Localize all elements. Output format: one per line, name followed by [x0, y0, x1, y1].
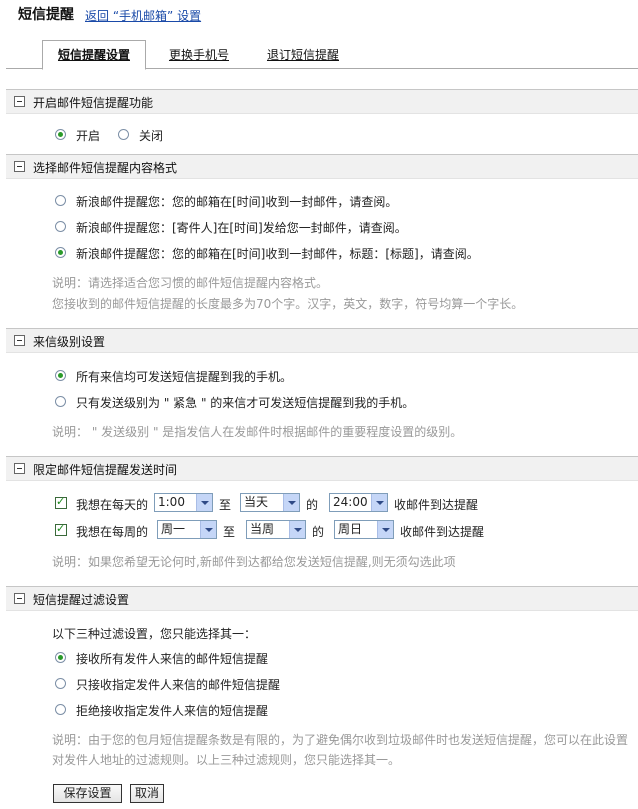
chevron-down-icon [283, 494, 299, 511]
chevron-down-icon [196, 494, 212, 511]
section-header-filter: 短信提醒过滤设置 [6, 586, 638, 611]
daily-from-select[interactable]: 1:00 [154, 493, 213, 512]
daily-label: 我想在每天的 [76, 498, 149, 512]
radio-label: 所有来信均可发送短信提醒到我的手机。 [76, 370, 293, 384]
section-header-level: 来信级别设置 [6, 328, 638, 353]
format-length-note: 您接收到的邮件短信提醒的长度最多为70个字。汉字，英文，数字，符号均算一个字长。 [52, 297, 524, 311]
select-value: 24:00 [333, 495, 368, 509]
radio-enable-on[interactable] [55, 129, 66, 140]
radio-filter-deny[interactable] [55, 704, 66, 715]
radio-filter-all[interactable] [55, 652, 66, 663]
radio-label: 接收所有发件人来信的邮件短信提醒 [76, 652, 269, 666]
collapse-icon[interactable] [14, 96, 25, 107]
weekly-time-checkbox[interactable] [55, 522, 67, 536]
select-value: 周日 [338, 522, 363, 536]
select-value: 周一 [161, 522, 186, 536]
tab-sms-settings[interactable]: 短信提醒设置 [42, 40, 146, 70]
weekly-to-day-select[interactable]: 周日 [334, 520, 394, 539]
chevron-down-icon [377, 521, 393, 538]
chevron-down-icon [371, 494, 387, 511]
radio-enable-off[interactable] [118, 129, 129, 140]
radio-format-3[interactable] [55, 247, 66, 258]
chevron-down-icon [289, 521, 305, 538]
collapse-icon[interactable] [14, 161, 25, 172]
radio-format-1[interactable] [55, 195, 66, 206]
section-title: 选择邮件短信提醒内容格式 [33, 161, 178, 175]
level-note: 说明： " 发送级别 " 是指发信人在发邮件时根据邮件的重要程度设置的级别。 [52, 425, 463, 439]
radio-format-2[interactable] [55, 221, 66, 232]
save-button[interactable]: 保存设置 [53, 784, 122, 803]
back-to-mobile-mail-link[interactable]: 返回 “手机邮箱” 设置 [85, 7, 201, 24]
section-title: 来信级别设置 [33, 335, 106, 349]
of-word: 的 [306, 498, 319, 512]
section-title: 限定邮件短信提醒发送时间 [33, 463, 178, 477]
daily-suffix: 收邮件到达提醒 [394, 498, 479, 512]
radio-label: 拒绝接收指定发件人来信的短信提醒 [76, 704, 269, 718]
collapse-icon[interactable] [14, 463, 25, 474]
radio-label: 新浪邮件提醒您：您的邮箱在[时间]收到一封邮件，请查阅。 [76, 195, 398, 209]
select-value: 当周 [250, 522, 275, 536]
radio-label: 新浪邮件提醒您：[寄件人]在[时间]发给您一封邮件，请查阅。 [76, 221, 407, 235]
section-title: 开启邮件短信提醒功能 [33, 96, 154, 110]
collapse-icon[interactable] [14, 335, 25, 346]
daily-to-time-select[interactable]: 24:00 [329, 493, 388, 512]
radio-label: 新浪邮件提醒您：您的邮箱在[时间]收到一封邮件，标题：[标题]，请查阅。 [76, 247, 479, 261]
filter-note: 说明：由于您的包月短信提醒条数是有限的，为了避免偶尔收到垃圾邮件时也发送短信提醒… [52, 733, 629, 747]
section-header-time: 限定邮件短信提醒发送时间 [6, 456, 638, 481]
to-word: 至 [219, 498, 232, 512]
tab-unsubscribe[interactable]: 退订短信提醒 [254, 40, 352, 70]
radio-label: 只有发送级别为 " 紧急 " 的来信才可发送短信提醒到我的手机。 [76, 396, 415, 410]
section-header-format: 选择邮件短信提醒内容格式 [6, 154, 638, 179]
daily-to-day-select[interactable]: 当天 [240, 493, 300, 512]
collapse-icon[interactable] [14, 593, 25, 604]
section-title: 短信提醒过滤设置 [33, 593, 130, 607]
chevron-down-icon [200, 521, 216, 538]
cancel-button[interactable]: 取消 [130, 784, 164, 803]
weekly-label: 我想在每周的 [76, 525, 149, 539]
radio-level-urgent[interactable] [55, 396, 66, 407]
select-value: 1:00 [158, 495, 185, 509]
radio-label: 开启 [76, 129, 101, 143]
time-note: 说明：如果您希望无论何时,新邮件到达都给您发送短信提醒,则无须勾选此项 [52, 555, 456, 569]
filter-intro: 以下三种过滤设置，您只能选择其一： [52, 627, 257, 641]
filter-note-2: 对发件人地址的过滤规则。以上三种过滤规则，您只能选择其一。 [52, 753, 401, 767]
weekly-suffix: 收邮件到达提醒 [400, 525, 485, 539]
radio-level-all[interactable] [55, 370, 66, 381]
radio-label: 只接收指定发件人来信的邮件短信提醒 [76, 678, 281, 692]
tab-change-phone[interactable]: 更换手机号 [156, 40, 242, 70]
of-word: 的 [312, 525, 325, 539]
page-title: 短信提醒 [18, 7, 74, 23]
daily-time-checkbox[interactable] [55, 495, 67, 509]
weekly-to-week-select[interactable]: 当周 [246, 520, 306, 539]
radio-label: 关闭 [139, 129, 164, 143]
format-note: 说明：请选择适合您习惯的邮件短信提醒内容格式。 [52, 276, 329, 290]
to-word: 至 [223, 525, 236, 539]
section-header-enable: 开启邮件短信提醒功能 [6, 89, 638, 114]
select-value: 当天 [244, 495, 269, 509]
weekly-from-select[interactable]: 周一 [157, 520, 217, 539]
radio-filter-allow[interactable] [55, 678, 66, 689]
